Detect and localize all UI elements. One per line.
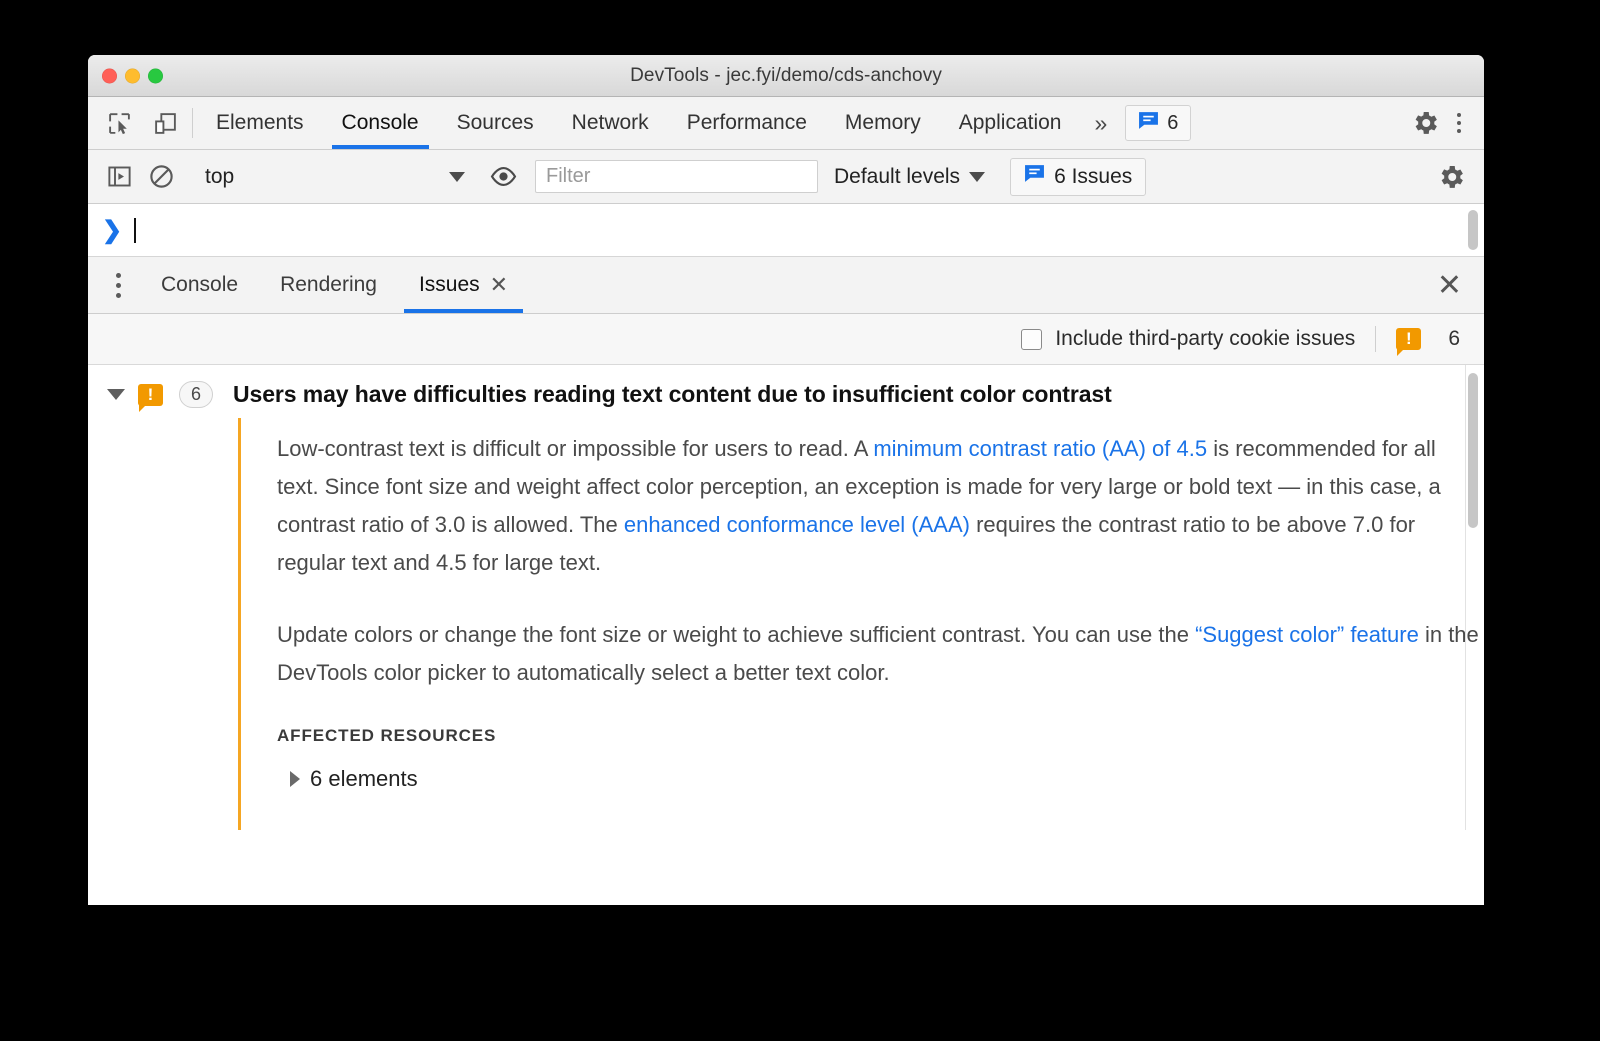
screen: DevTools - jec.fyi/demo/cds-anchovy Elem… xyxy=(0,0,1600,1041)
devtools-main-tabbar: Elements Console Sources Network Perform… xyxy=(88,97,1484,150)
log-levels-label: Default levels xyxy=(834,164,961,188)
triangle-down-icon xyxy=(107,389,125,400)
window-traffic-lights xyxy=(102,68,163,83)
console-settings-gear-icon[interactable] xyxy=(1432,158,1470,196)
execution-context-value: top xyxy=(205,164,235,188)
affected-resources-row[interactable]: 6 elements xyxy=(290,766,1483,792)
tab-network[interactable]: Network xyxy=(553,97,668,149)
issues-button-label: 6 Issues xyxy=(1054,164,1133,188)
warning-count-value: 6 xyxy=(1448,327,1460,350)
issues-scrollbar-track-line xyxy=(1465,365,1466,830)
warning-speech-bubble-icon: ! xyxy=(1396,328,1422,356)
affected-resources-count: 6 elements xyxy=(310,766,418,791)
tab-label: Memory xyxy=(844,111,921,134)
drawer-tab-label: Issues xyxy=(418,273,480,296)
tab-label: Performance xyxy=(686,111,807,134)
gear-icon[interactable] xyxy=(1408,106,1442,140)
devtools-window: DevTools - jec.fyi/demo/cds-anchovy Elem… xyxy=(88,55,1484,905)
tab-console[interactable]: Console xyxy=(323,97,438,149)
close-window-button[interactable] xyxy=(102,68,117,83)
devtools-toolbar-right xyxy=(1397,97,1484,149)
tab-label: Application xyxy=(958,111,1062,134)
tab-elements[interactable]: Elements xyxy=(197,97,323,149)
tab-label: Elements xyxy=(216,111,304,134)
toolbar-divider xyxy=(1375,326,1377,352)
close-drawer-button[interactable]: ✕ xyxy=(1415,257,1484,313)
drawer-tab-label: Rendering xyxy=(280,273,377,296)
issue-header-row[interactable]: ! 6 Users may have difficulties reading … xyxy=(88,365,1484,418)
issues-speech-bubble-icon xyxy=(1138,111,1159,136)
issues-scrollbar-thumb[interactable] xyxy=(1468,373,1478,528)
issue-description-paragraph-1: Low-contrast text is difficult or imposs… xyxy=(277,430,1483,582)
link-enhanced-conformance[interactable]: enhanced conformance level (AAA) xyxy=(624,512,970,537)
open-issues-button[interactable]: 6 Issues xyxy=(1010,157,1147,196)
kebab-menu-icon[interactable] xyxy=(1444,106,1474,140)
device-toolbar-icon[interactable] xyxy=(148,106,182,140)
drawer-tab-rendering[interactable]: Rendering xyxy=(259,257,398,313)
tab-memory[interactable]: Memory xyxy=(826,97,940,149)
log-levels-dropdown[interactable]: Default levels xyxy=(818,165,1001,189)
zoom-window-button[interactable] xyxy=(148,68,163,83)
tab-label: Network xyxy=(571,111,649,134)
issues-panel: ! 6 Users may have difficulties reading … xyxy=(88,365,1484,830)
toolbar-divider xyxy=(192,108,193,138)
minimize-window-button[interactable] xyxy=(125,68,140,83)
inspect-element-icon[interactable] xyxy=(102,106,136,140)
issues-count-badge[interactable]: 6 xyxy=(1125,105,1192,141)
console-scrollbar-thumb[interactable] xyxy=(1468,210,1478,250)
issue-description-paragraph-2: Update colors or change the font size or… xyxy=(277,616,1483,692)
paragraph-text: Low-contrast text is difficult or imposs… xyxy=(277,436,874,461)
link-minimum-contrast-ratio[interactable]: minimum contrast ratio (AA) of 4.5 xyxy=(873,436,1207,461)
console-toolbar: top Filter Default levels 6 Issues xyxy=(88,150,1484,204)
triangle-right-icon xyxy=(290,771,300,787)
prompt-arrow-icon: ❯ xyxy=(102,216,123,244)
console-filter-input[interactable]: Filter xyxy=(535,160,818,193)
drawer-tabbar: Console Rendering Issues ✕ ✕ xyxy=(88,257,1484,314)
close-icon[interactable]: ✕ xyxy=(490,274,508,296)
affected-resources-label: AFFECTED RESOURCES xyxy=(277,726,497,745)
paragraph-text: Update colors or change the font size or… xyxy=(277,622,1196,647)
console-sidebar-icon[interactable] xyxy=(100,158,138,196)
third-party-cookie-checkbox[interactable] xyxy=(1021,328,1043,350)
issue-title: Users may have difficulties reading text… xyxy=(233,381,1112,407)
filter-placeholder: Filter xyxy=(546,165,591,187)
issues-toolbar: Include third-party cookie issues ! 6 xyxy=(88,314,1484,365)
text-cursor xyxy=(134,217,136,243)
window-title: DevTools - jec.fyi/demo/cds-anchovy xyxy=(630,64,942,86)
tab-performance[interactable]: Performance xyxy=(668,97,826,149)
devtools-tool-icons xyxy=(88,97,188,149)
tab-application[interactable]: Application xyxy=(940,97,1081,149)
chevron-down-icon xyxy=(449,171,465,182)
drawer-tab-label: Console xyxy=(161,273,239,296)
issue-detail: Low-contrast text is difficult or imposs… xyxy=(238,418,1483,830)
live-expression-eye-icon[interactable] xyxy=(484,158,522,196)
warning-speech-bubble-icon: ! xyxy=(138,383,163,412)
third-party-cookie-checkbox-row[interactable]: Include third-party cookie issues xyxy=(1021,327,1355,351)
link-suggest-color-feature[interactable]: “Suggest color” feature xyxy=(1195,622,1419,647)
console-prompt-row[interactable]: ❯ xyxy=(88,204,1484,257)
devtools-tabs: Elements Console Sources Network Perform… xyxy=(197,97,1397,149)
window-titlebar: DevTools - jec.fyi/demo/cds-anchovy xyxy=(88,55,1484,97)
clear-console-icon[interactable] xyxy=(142,158,180,196)
issues-badge-count: 6 xyxy=(1167,111,1179,134)
drawer-tab-console[interactable]: Console xyxy=(140,257,259,313)
drawer-tab-issues[interactable]: Issues ✕ xyxy=(398,257,529,313)
more-tabs-button[interactable]: » xyxy=(1080,97,1121,149)
issues-warning-count: ! 6 xyxy=(1396,327,1474,356)
tab-sources[interactable]: Sources xyxy=(438,97,553,149)
chevron-down-icon xyxy=(969,171,986,182)
issue-count-badge: 6 xyxy=(179,381,213,408)
issue-disclosure-triangle[interactable] xyxy=(94,389,138,400)
execution-context-select[interactable]: top xyxy=(193,160,475,194)
third-party-cookie-label: Include third-party cookie issues xyxy=(1055,327,1356,350)
issues-speech-bubble-icon xyxy=(1024,164,1045,189)
tab-label: Console xyxy=(341,111,419,134)
tab-label: Sources xyxy=(456,111,534,134)
drawer-menu-kebab-icon[interactable] xyxy=(96,257,140,313)
